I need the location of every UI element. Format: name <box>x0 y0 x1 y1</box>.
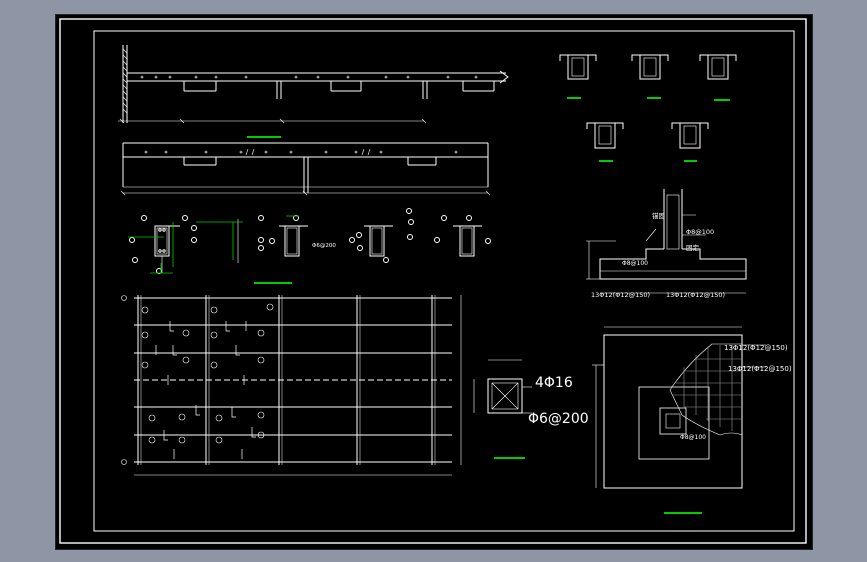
small-sections <box>559 54 737 149</box>
footing-anchor-label: 锚固 <box>652 211 665 220</box>
footing-elevation <box>586 189 747 294</box>
beam-section-4 <box>434 215 491 257</box>
column-tie-label-b: Φ8@100 <box>622 260 648 267</box>
slab-bar-label-1: 13Φ12(Φ12@150) <box>724 344 788 352</box>
rebar-main-label: 4Φ16 <box>535 375 573 391</box>
cad-drawing: 4Φ16 Φ6@200 13Φ12(Φ12@150) 13Φ12(Φ12@150… <box>59 18 807 544</box>
slab-bar-label-2: 13Φ12(Φ12@150) <box>728 365 792 373</box>
inner-frame <box>93 30 795 532</box>
drawing-sheet: 4Φ16 Φ6@200 13Φ12(Φ12@150) 13Φ12(Φ12@150… <box>55 14 813 550</box>
linework-group <box>118 45 766 489</box>
stirrup-label: Φ6@200 <box>528 411 589 427</box>
footing-bar-label-c: Φ8@100 <box>680 434 706 441</box>
slab-plan <box>121 295 462 476</box>
section-tie-label: Φ6@200 <box>312 243 336 249</box>
footing-plan-hatch <box>669 343 743 436</box>
green-annotation-lines <box>128 215 299 274</box>
column-tie-label: Φ8@100 <box>686 228 714 236</box>
footing-bar-label-a: 13Φ12(Φ12@150) <box>591 291 650 299</box>
column-detail <box>473 359 532 414</box>
outer-frame <box>59 18 807 544</box>
beam-section-1 <box>129 215 239 274</box>
footing-bar-label-b: 13Φ12(Φ12@150) <box>666 291 725 299</box>
footing-fixed-label: 固定 <box>686 243 700 252</box>
beam-elevation-2 <box>120 142 491 196</box>
beam-elevation-1 <box>118 45 509 124</box>
beam-section-3 <box>349 208 414 263</box>
beam-section-2 <box>258 215 308 257</box>
